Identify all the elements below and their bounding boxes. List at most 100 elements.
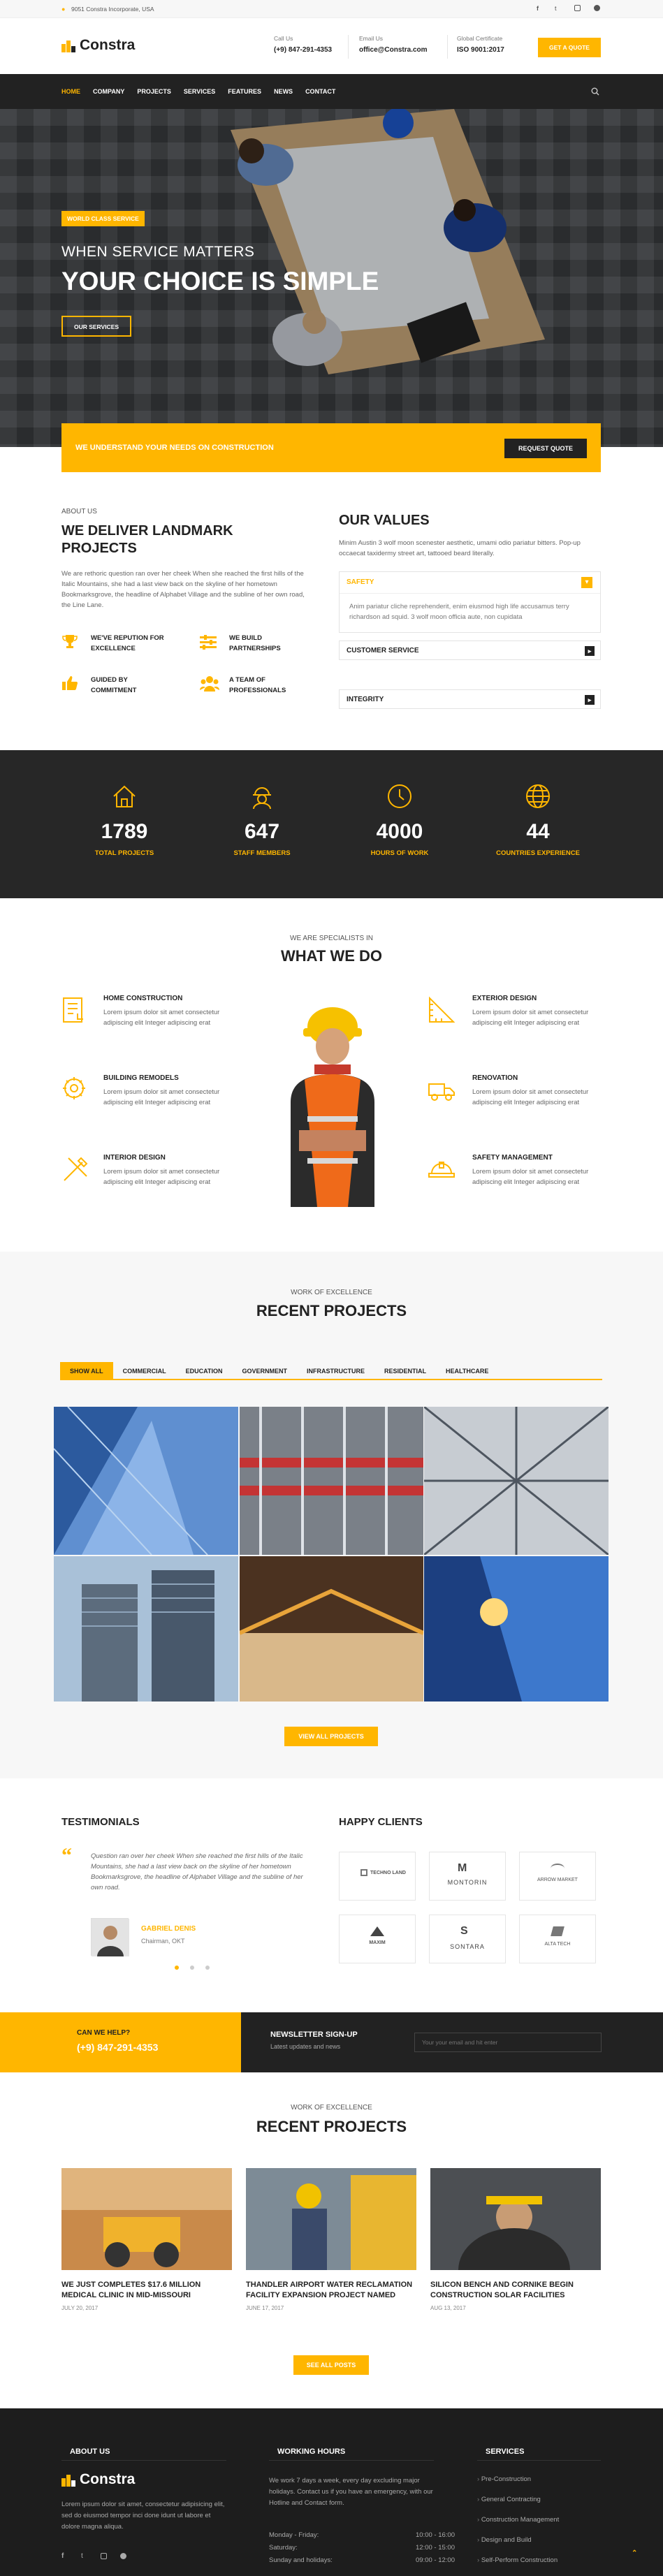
service-text: Lorem ipsum dolor sit amet consectetur a… [103,1009,220,1027]
email-value[interactable]: office@Constra.com [359,46,428,54]
our-services-button[interactable]: OUR SERVICES [61,316,131,337]
client-name: MONTORIN [447,1879,488,1886]
fact-label: TOTAL PROJECTS [94,849,154,857]
nav-item-contact[interactable]: CONTACT [305,88,335,95]
client-logo[interactable]: MAXIM [339,1915,416,1963]
hero-banner: WORLD CLASS SERVICE WHEN SERVICE MATTERS… [0,109,663,447]
footer-service-link[interactable]: › Construction Management [477,2516,559,2524]
fact-value: 4000 [376,820,423,843]
tab-show-all[interactable]: SHOW ALL [60,1362,113,1380]
plus-icon[interactable]: ▸ [585,646,595,656]
client-logo[interactable]: ARROW MARKET [519,1852,596,1901]
twitter-icon[interactable]: t [81,2552,83,2560]
footer-service-link[interactable]: › Design and Build [477,2536,532,2544]
nav-item-news[interactable]: NEWS [274,88,293,95]
news-card[interactable]: THANDLER AIRPORT WATER RECLAMATION FACIL… [246,2168,416,2311]
search-icon[interactable] [591,87,599,96]
footer-hours-title: WORKING HOURS [277,2447,346,2456]
request-quote-button[interactable]: REQUEST QUOTE [504,439,587,458]
call-value[interactable]: (+9) 847-291-4353 [274,46,332,54]
helmet-icon [428,1162,455,1178]
facebook-icon[interactable]: f [61,2552,64,2560]
newsletter-title: NEWSLETTER SIGN-UP [270,2030,358,2039]
nav-list: HOME COMPANY PROJECTS SERVICES FEATURES … [61,74,335,109]
accordion-integrity[interactable]: INTEGRITY ▸ [339,689,601,709]
instagram-icon[interactable] [574,5,581,11]
blueprint-icon [63,997,83,1023]
footer-service-link[interactable]: › Pre-Construction [477,2475,531,2483]
logo-mark-icon [61,41,75,52]
client-logo[interactable]: TECHNO LAND [339,1852,416,1901]
services-kicker: WE ARE SPECIALISTS IN [290,935,373,942]
carousel-dot[interactable] [175,1966,179,1970]
news-card[interactable]: SILICON BENCH AND CORNIKE BEGIN CONSTRUC… [430,2168,601,2311]
project-image[interactable] [54,1556,238,1702]
news-card[interactable]: WE JUST COMPLETES $17.6 MILLION MEDICAL … [61,2168,232,2311]
nav-item-services[interactable]: SERVICES [184,88,215,95]
project-image[interactable] [424,1407,609,1555]
service-title: SAFETY MANAGEMENT [472,1154,553,1162]
tab-government[interactable]: GOVERNMENT [233,1362,298,1380]
news-image [246,2168,416,2270]
tab-healthcare[interactable]: HEALTHCARE [436,1362,498,1380]
footer-about-title: ABOUT US [70,2447,110,2456]
project-image[interactable] [240,1556,423,1702]
instagram-icon[interactable] [101,2553,107,2559]
view-all-projects-button[interactable]: VIEW ALL PROJECTS [284,1727,378,1746]
news-item-title[interactable]: WE JUST COMPLETES $17.6 MILLION MEDICAL … [61,2280,232,2301]
nav-item-features[interactable]: FEATURES [228,88,261,95]
accordion-safety-label[interactable]: SAFETY [347,578,374,586]
accordion-safety[interactable]: SAFETY ▾ Anim pariatur cliche reprehende… [339,571,601,633]
accordion-customer-service[interactable]: CUSTOMER SERVICE ▸ [339,641,601,660]
service-safety-management: SAFETY MANAGEMENT Lorem ipsum dolor sit … [428,1154,602,1210]
news-item-date: JUNE 17, 2017 [246,2305,284,2311]
back-to-top-icon[interactable]: ⌃ [632,2549,637,2557]
nav-item-home[interactable]: HOME [61,88,80,95]
project-image[interactable] [54,1407,238,1555]
footer-service-link[interactable]: › Self-Perform Construction [477,2556,558,2564]
client-logo-mark-icon [370,1926,384,1936]
facebook-icon[interactable]: f [537,5,539,12]
news-item-title[interactable]: SILICON BENCH AND CORNIKE BEGIN CONSTRUC… [430,2280,601,2301]
fact-projects: 1789 TOTAL PROJECTS [61,782,187,857]
twitter-icon[interactable]: t [555,5,557,12]
github-icon[interactable] [120,2553,126,2559]
github-icon[interactable] [594,5,600,11]
client-logo-mark-icon [551,1926,564,1936]
nav-item-projects[interactable]: PROJECTS [137,88,171,95]
facts-section: 1789 TOTAL PROJECTS 647 STAFF MEMBERS 40… [0,750,663,898]
project-image[interactable] [240,1407,423,1555]
see-all-posts-button[interactable]: SEE ALL POSTS [293,2355,369,2375]
client-logo-mark-icon [360,1869,367,1876]
client-logo[interactable]: ALTA TECH [519,1915,596,1963]
tab-residential[interactable]: RESIDENTIAL [374,1362,436,1380]
logo-text: Constra [80,37,136,53]
footer-service-link[interactable]: › General Contracting [477,2496,541,2503]
fact-label: COUNTRIES EXPERIENCE [496,849,580,857]
project-image[interactable] [424,1556,609,1702]
minus-icon[interactable]: ▾ [581,577,592,588]
client-logo-mark-icon: S [460,1925,468,1937]
tab-education[interactable]: EDUCATION [176,1362,233,1380]
tab-infrastructure[interactable]: INFRASTRUCTURE [297,1362,374,1380]
fact-label: STAFF MEMBERS [233,849,291,857]
client-logo[interactable]: M MONTORIN [429,1852,506,1901]
carousel-dot[interactable] [205,1966,210,1970]
news-image [61,2168,232,2270]
help-phone[interactable]: (+9) 847-291-4353 [77,2042,158,2053]
nav-item-company[interactable]: COMPANY [93,88,124,95]
get-quote-button[interactable]: Get A Quote [538,38,601,57]
footer: ABOUT US Constra Lorem ipsum dolor sit a… [0,2408,663,2576]
service-building-remodels: BUILDING REMODELS Lorem ipsum dolor sit … [61,1074,236,1130]
plus-icon[interactable]: ▸ [585,695,595,705]
feature-commitment: GUIDED BY COMMITMENT [61,675,187,703]
tab-commercial[interactable]: COMMERCIAL [113,1362,176,1380]
about-title: WE DELIVER LANDMARK PROJECTS [61,523,233,556]
client-logo[interactable]: S SONTARA [429,1915,506,1963]
carousel-dot[interactable] [190,1966,194,1970]
news-item-title[interactable]: THANDLER AIRPORT WATER RECLAMATION FACIL… [246,2280,416,2301]
feature-team: A TEAM OF PROFESSIONALS [200,675,319,703]
fact-value: 1789 [101,820,148,843]
newsletter-email-input[interactable] [414,2033,602,2052]
main-nav: HOME COMPANY PROJECTS SERVICES FEATURES … [0,74,663,109]
